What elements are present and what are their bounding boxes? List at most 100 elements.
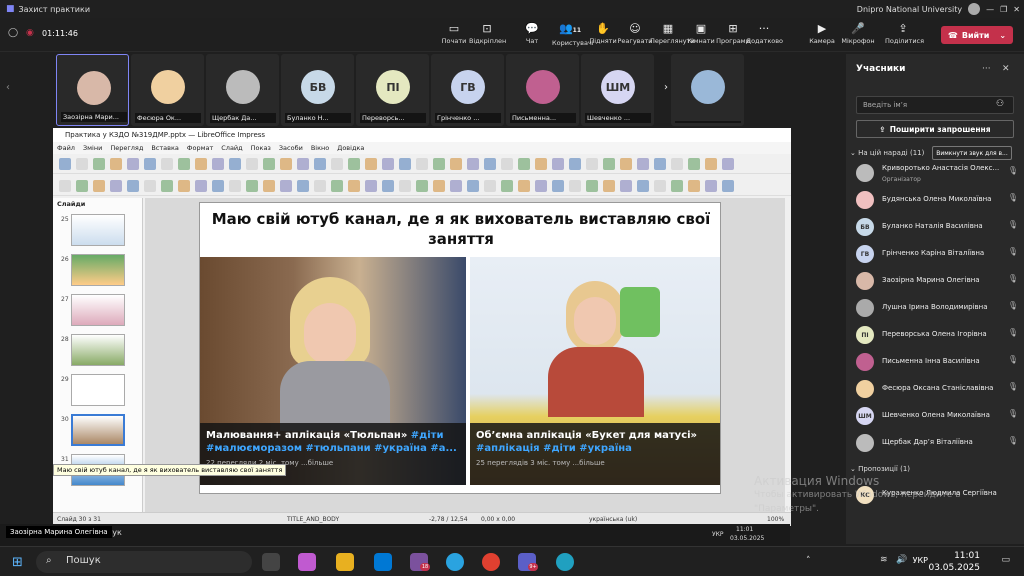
toolbar-button-icon[interactable] — [671, 158, 683, 170]
toolbar-button-icon[interactable] — [297, 158, 309, 170]
toolbar-button-icon[interactable] — [314, 158, 326, 170]
toolbar-button-icon[interactable] — [93, 158, 105, 170]
toolbar-screen-button[interactable]: ▭ Почати — [436, 21, 472, 45]
participant-row[interactable]: ПІ Переворська Олена Ігорівна 🎙 — [854, 322, 1020, 348]
close-icon[interactable]: ✕ — [1013, 5, 1020, 14]
toolbar-button-icon[interactable] — [433, 158, 445, 170]
participant-row[interactable]: ГВ Грінченко Каріна Віталіївна 🎙 — [854, 241, 1020, 267]
toolbar-button-icon[interactable] — [314, 180, 326, 192]
video-card-2[interactable]: Об’ємна аплікація «Букет для матусі» #ап… — [470, 257, 720, 485]
toolbar-button-icon[interactable] — [110, 180, 122, 192]
toolbar-button-icon[interactable] — [144, 180, 156, 192]
toolbar-button-icon[interactable] — [586, 158, 598, 170]
menu-item[interactable]: Показ — [251, 144, 271, 152]
toolbar-button-icon[interactable] — [637, 158, 649, 170]
toolbar-button-icon[interactable] — [688, 158, 700, 170]
slide-thumbnail[interactable] — [71, 414, 125, 446]
add-people-icon[interactable]: ⚇ — [996, 99, 1004, 109]
edge-icon[interactable] — [556, 553, 574, 571]
copilot-icon[interactable] — [298, 553, 316, 571]
participant-row[interactable]: Щербак Дар’я Віталіївна 🎙 — [854, 430, 1020, 456]
outlook-icon[interactable] — [374, 553, 392, 571]
toolbar-button-icon[interactable] — [263, 180, 275, 192]
wifi-icon[interactable]: ≋ — [880, 555, 888, 565]
video-card-1[interactable]: Малювання+ аплікація «Тюльпан» #діти #ма… — [200, 257, 466, 485]
participant-row[interactable]: Будянська Олена Миколаївна 🎙 — [854, 187, 1020, 213]
task-view-icon[interactable] — [262, 553, 280, 571]
toolbar-button-icon[interactable] — [229, 158, 241, 170]
menu-item[interactable]: Вставка — [151, 144, 179, 152]
file-explorer-icon[interactable] — [336, 553, 354, 571]
close-panel-icon[interactable]: ✕ — [1002, 64, 1010, 74]
toolbar-emoji-button[interactable]: ☺ Реагувати — [617, 21, 653, 45]
toolbar-button-icon[interactable] — [705, 180, 717, 192]
participant-row[interactable]: БВ Буланко Наталія Василівна 🎙 — [854, 214, 1020, 240]
toolbar-button-icon[interactable] — [280, 180, 292, 192]
toolbar-button-icon[interactable] — [654, 180, 666, 192]
participant-tile[interactable]: БВ Буланко Н... — [281, 54, 354, 126]
toolbar-button-icon[interactable] — [535, 158, 547, 170]
toolbar-button-icon[interactable] — [705, 158, 717, 170]
toolbar-button-icon[interactable] — [212, 180, 224, 192]
participant-row[interactable]: Заозірна Марина Олегівна 🎙 — [854, 268, 1020, 294]
toolbar-button-icon[interactable] — [110, 158, 122, 170]
toolbar-button-icon[interactable] — [348, 158, 360, 170]
toolbar-button-icon[interactable] — [348, 180, 360, 192]
toolbar-button-icon[interactable] — [280, 158, 292, 170]
toolbar-button-icon[interactable] — [246, 180, 258, 192]
toolbar-hand-button[interactable]: ✋ Підняти — [585, 21, 621, 45]
toolbar-button-icon[interactable] — [433, 180, 445, 192]
participant-row[interactable]: Криворотько Анастасія Олекс... Організато… — [854, 160, 1020, 186]
toolbar-rooms-button[interactable]: ▣ Кімнати — [683, 21, 719, 45]
toolbar-button-icon[interactable] — [501, 158, 513, 170]
participant-tile[interactable]: ШМ Шевченко ... — [581, 54, 654, 126]
standard-toolbar[interactable] — [53, 154, 791, 174]
leave-button[interactable]: ☎ Вийти ⌄ — [941, 26, 1013, 44]
windows-start-icon[interactable]: ⊞ — [12, 555, 23, 570]
menu-item[interactable]: Зміни — [83, 144, 102, 152]
toolbar-button-icon[interactable] — [178, 158, 190, 170]
menu-item[interactable]: Файл — [57, 144, 75, 152]
toolbar-button-icon[interactable] — [246, 158, 258, 170]
participant-tile[interactable]: Заозірна Мари... — [56, 54, 129, 126]
mute-all-button[interactable]: Вимкнути звук для в... — [932, 146, 1012, 160]
toolbar-mic-button[interactable]: 🎤 Мікрофон — [840, 21, 876, 45]
participant-tile[interactable]: Письменна... — [506, 54, 579, 126]
notifications-icon[interactable]: ▭ — [1001, 555, 1010, 565]
toolbar-button-icon[interactable] — [603, 180, 615, 192]
participant-tile[interactable]: ПІ Переворсь... — [356, 54, 429, 126]
toolbar-button-icon[interactable] — [501, 180, 513, 192]
menu-item[interactable]: Вікно — [311, 144, 329, 152]
profile-avatar[interactable] — [968, 3, 981, 15]
toolbar-button-icon[interactable] — [450, 180, 462, 192]
toolbar-people-button[interactable]: 👥11 Користувачі — [552, 21, 594, 47]
toolbar-share-button[interactable]: ⇪ Поділитися — [885, 21, 924, 45]
slide-thumbnail[interactable] — [71, 374, 125, 406]
volume-icon[interactable]: 🔊 — [896, 555, 907, 565]
toolbar-button-icon[interactable] — [229, 180, 241, 192]
taskbar-clock[interactable]: 11:01 03.05.2025 — [928, 550, 980, 574]
toolbar-button-icon[interactable] — [161, 158, 173, 170]
drawing-toolbar[interactable] — [53, 176, 791, 196]
participant-tile[interactable]: ГВ Грінченко ... — [431, 54, 504, 126]
toolbar-button-icon[interactable] — [637, 180, 649, 192]
participant-tile[interactable]: Фесюра Ок... — [131, 54, 204, 126]
strip-next-icon[interactable]: › — [664, 82, 668, 93]
toolbar-button-icon[interactable] — [518, 180, 530, 192]
menu-item[interactable]: Засоби — [279, 144, 303, 152]
toolbar-chat-button[interactable]: 💬 Чат — [514, 21, 550, 45]
toolbar-button-icon[interactable] — [76, 180, 88, 192]
toolbar-button-icon[interactable] — [178, 180, 190, 192]
participant-row[interactable]: Письменна Інна Василівна 🎙 — [854, 349, 1020, 375]
toolbar-button-icon[interactable] — [399, 158, 411, 170]
toolbar-button-icon[interactable] — [331, 180, 343, 192]
toolbar-camera-button[interactable]: ▶ Камера — [804, 21, 840, 45]
menu-item[interactable]: Перегляд — [110, 144, 143, 152]
toolbar-unpin-button[interactable]: ⊡ Відкріплен — [469, 21, 506, 45]
toolbar-button-icon[interactable] — [569, 158, 581, 170]
toolbar-button-icon[interactable] — [467, 158, 479, 170]
more-icon[interactable]: ··· — [982, 64, 991, 74]
toolbar-button-icon[interactable] — [467, 180, 479, 192]
toolbar-button-icon[interactable] — [722, 158, 734, 170]
participant-row[interactable]: Лушна Ірина Володимирівна 🎙 — [854, 295, 1020, 321]
